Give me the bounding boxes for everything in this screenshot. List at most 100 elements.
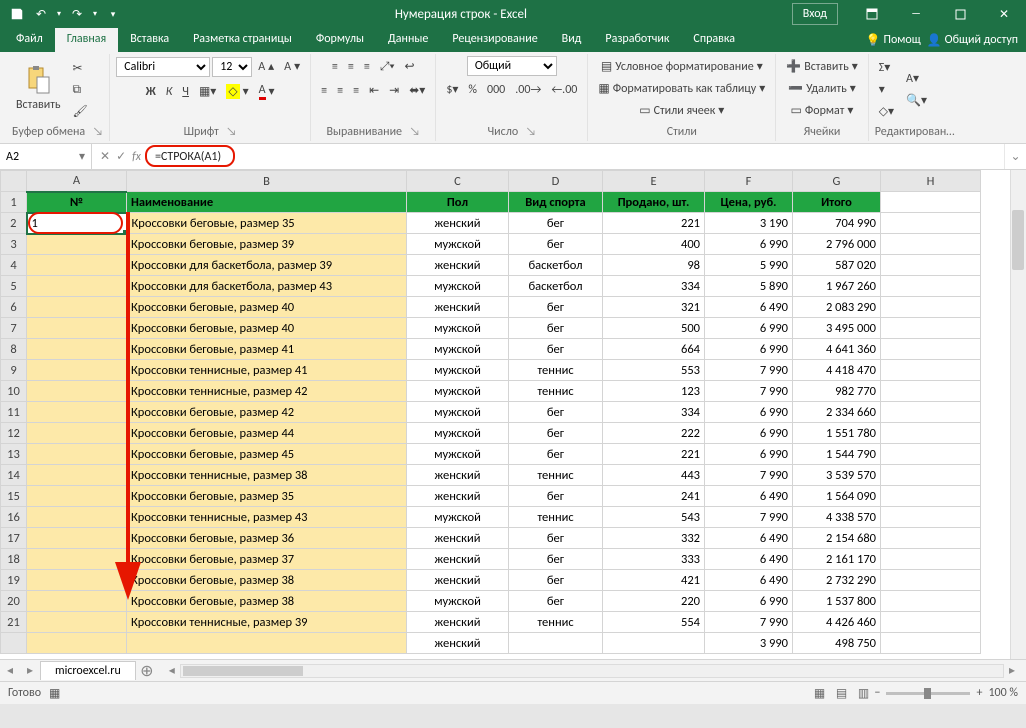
cell[interactable]: [27, 297, 127, 318]
col-header[interactable]: A: [27, 171, 127, 192]
cell[interactable]: 3 539 570: [793, 465, 881, 486]
cell[interactable]: 6 490: [705, 297, 793, 318]
row-header[interactable]: 17: [1, 528, 27, 549]
cell[interactable]: теннис: [509, 612, 603, 633]
row-header[interactable]: 2: [1, 213, 27, 234]
copy-icon[interactable]: ⧉: [69, 80, 92, 100]
cell[interactable]: [881, 444, 981, 465]
insert-cells-button[interactable]: ➕Вставить▾: [782, 56, 862, 77]
cell[interactable]: 7 990: [705, 360, 793, 381]
maximize-icon[interactable]: [938, 0, 982, 28]
cell[interactable]: [881, 255, 981, 276]
cell[interactable]: [881, 570, 981, 591]
undo-icon[interactable]: ↶: [30, 3, 52, 25]
percent-icon[interactable]: %: [464, 80, 481, 100]
cell[interactable]: 1 551 780: [793, 423, 881, 444]
cell[interactable]: мужской: [407, 276, 509, 297]
row-header[interactable]: 12: [1, 423, 27, 444]
row-header[interactable]: [1, 633, 27, 654]
cell[interactable]: 221: [603, 213, 705, 234]
cell[interactable]: [881, 234, 981, 255]
cell[interactable]: Кроссовки теннисные, размер 42: [127, 381, 407, 402]
cell[interactable]: [881, 423, 981, 444]
vscroll-thumb[interactable]: [1012, 210, 1024, 270]
zoom-control[interactable]: − + 100 %: [874, 686, 1018, 700]
row-header[interactable]: 18: [1, 549, 27, 570]
cell[interactable]: 2 083 290: [793, 297, 881, 318]
col-header[interactable]: B: [127, 171, 407, 192]
cell[interactable]: 221: [603, 444, 705, 465]
cancel-formula-icon[interactable]: ✕: [100, 149, 110, 164]
font-size[interactable]: 12: [212, 57, 252, 77]
cell[interactable]: 553: [603, 360, 705, 381]
row-header[interactable]: 7: [1, 318, 27, 339]
col-header[interactable]: E: [603, 171, 705, 192]
cell[interactable]: бег: [509, 528, 603, 549]
cell[interactable]: 6 990: [705, 423, 793, 444]
cell[interactable]: [27, 381, 127, 402]
decrease-font-icon[interactable]: A▾: [280, 56, 304, 77]
table-header-cell[interactable]: Вид спорта: [509, 192, 603, 213]
cell[interactable]: Кроссовки для баскетбола, размер 43: [127, 276, 407, 297]
redo-dd-icon[interactable]: ▾: [90, 3, 100, 25]
cell[interactable]: 400: [603, 234, 705, 255]
tab-developer[interactable]: Разработчик: [593, 28, 681, 52]
cell[interactable]: Кроссовки для баскетбола, размер 39: [127, 255, 407, 276]
cell[interactable]: мужской: [407, 444, 509, 465]
cell[interactable]: 6 990: [705, 339, 793, 360]
cell[interactable]: 4 338 570: [793, 507, 881, 528]
cell[interactable]: 332: [603, 528, 705, 549]
row-header[interactable]: 5: [1, 276, 27, 297]
cell[interactable]: мужской: [407, 234, 509, 255]
horizontal-scrollbar[interactable]: ◂ ▸: [164, 664, 1020, 678]
cell[interactable]: Кроссовки беговые, размер 39: [127, 234, 407, 255]
cell[interactable]: [881, 612, 981, 633]
cell[interactable]: [881, 633, 981, 654]
cell[interactable]: женский: [407, 528, 509, 549]
cell[interactable]: 7 990: [705, 612, 793, 633]
cell[interactable]: [881, 276, 981, 297]
redo-icon[interactable]: ↷: [66, 3, 88, 25]
conditional-formatting-button[interactable]: ▤Условное форматирование▾: [597, 56, 767, 77]
cell[interactable]: 7 990: [705, 381, 793, 402]
cell[interactable]: 5 890: [705, 276, 793, 297]
row-header[interactable]: 4: [1, 255, 27, 276]
row-header[interactable]: 21: [1, 612, 27, 633]
col-header[interactable]: C: [407, 171, 509, 192]
font-name[interactable]: Calibri: [116, 57, 210, 77]
cell[interactable]: 1 537 800: [793, 591, 881, 612]
col-header[interactable]: H: [881, 171, 981, 192]
cell[interactable]: 2 334 660: [793, 402, 881, 423]
undo-dd-icon[interactable]: ▾: [54, 3, 64, 25]
namebox-dd-icon[interactable]: ▾: [79, 149, 85, 164]
cell[interactable]: [603, 633, 705, 654]
cell[interactable]: 241: [603, 486, 705, 507]
cell[interactable]: Кроссовки теннисные, размер 43: [127, 507, 407, 528]
cell[interactable]: [881, 402, 981, 423]
font-dialog-icon[interactable]: ↘: [225, 125, 237, 139]
cell[interactable]: 664: [603, 339, 705, 360]
borders-icon[interactable]: ▦▾: [195, 81, 220, 102]
cell[interactable]: [881, 528, 981, 549]
cell[interactable]: бег: [509, 339, 603, 360]
cell[interactable]: 543: [603, 507, 705, 528]
cell[interactable]: Кроссовки беговые, размер 37: [127, 549, 407, 570]
cell[interactable]: баскетбол: [509, 255, 603, 276]
row-header[interactable]: 19: [1, 570, 27, 591]
cell[interactable]: 334: [603, 402, 705, 423]
cell[interactable]: бег: [509, 570, 603, 591]
row-header[interactable]: 14: [1, 465, 27, 486]
table-header-cell[interactable]: Итого: [793, 192, 881, 213]
cell[interactable]: бег: [509, 549, 603, 570]
cell[interactable]: 443: [603, 465, 705, 486]
tab-view[interactable]: Вид: [550, 28, 594, 52]
cell[interactable]: 2 161 170: [793, 549, 881, 570]
tab-formulas[interactable]: Формулы: [304, 28, 376, 52]
cell-styles-button[interactable]: ▭Стили ячеек▾: [635, 100, 728, 121]
fill-icon[interactable]: ▾: [875, 79, 898, 100]
vertical-scrollbar[interactable]: [1010, 170, 1026, 659]
cell[interactable]: 1 564 090: [793, 486, 881, 507]
normal-view-icon[interactable]: ▦: [808, 686, 830, 701]
cell[interactable]: [27, 570, 127, 591]
cell[interactable]: баскетбол: [509, 276, 603, 297]
